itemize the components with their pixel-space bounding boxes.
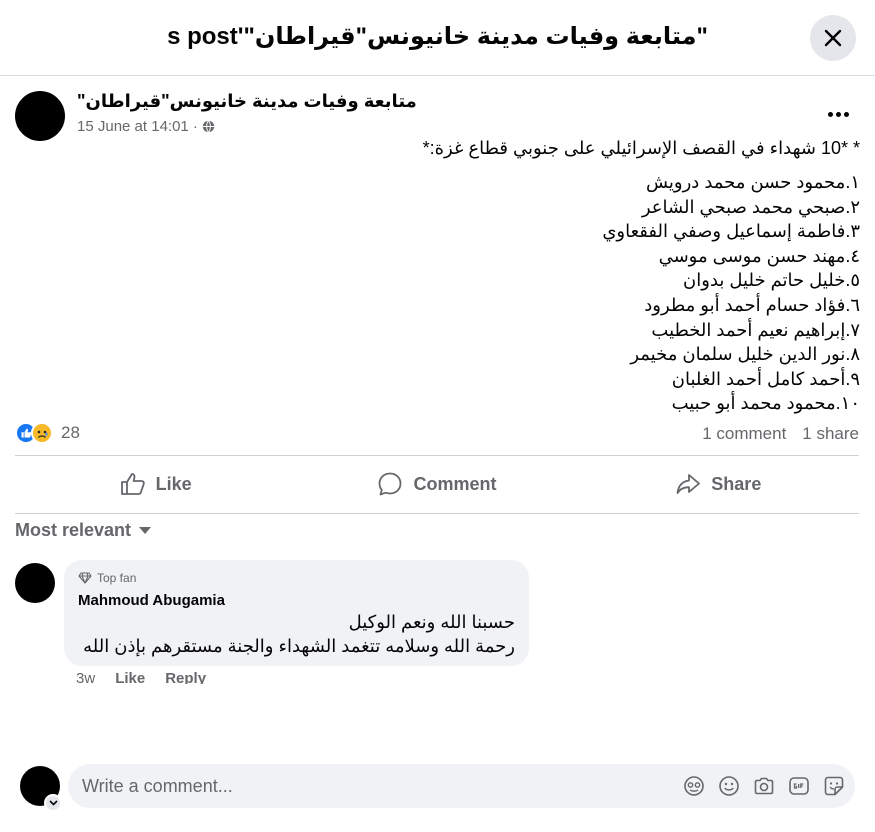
emoji-button[interactable] (717, 774, 740, 797)
close-button[interactable] (810, 15, 856, 61)
gif-icon (788, 776, 809, 795)
list-item: ٢.صبحي محمد صبحي الشاعر (641, 196, 860, 217)
smiley-icon (718, 775, 739, 796)
comment-composer (68, 764, 855, 808)
names-list: ١.محمود حسن محمد درويش ٢.صبحي محمد صبحي … (15, 170, 860, 416)
thumbs-up-icon (120, 473, 145, 495)
close-icon (824, 29, 842, 47)
camera-icon (754, 777, 773, 794)
badge-label: Top fan (97, 571, 137, 585)
comment-sort-dropdown[interactable]: Most relevant (15, 520, 152, 541)
comment-actions: 3w Like Reply (64, 670, 206, 684)
list-item: ٦.فؤاد حسام أحمد أبو مطرود (644, 294, 860, 315)
dot (843, 111, 849, 117)
comment-bubble: Top fan Mahmoud Abugamia حسبنا الله ونعم… (64, 560, 529, 666)
avatar-sticker-icon (683, 775, 704, 796)
dot (827, 111, 833, 117)
modal-title: "متابعة وفيات مدينة خانيونس"قيراطان"'s p… (167, 23, 708, 50)
diamond-icon (78, 572, 92, 584)
modal-header: "متابعة وفيات مدينة خانيونس"قيراطان"'s p… (0, 0, 875, 76)
gif-button[interactable] (787, 774, 810, 797)
top-fan-badge: Top fan (78, 571, 136, 585)
list-item: ٩.أحمد كامل أحمد الغلبان (671, 368, 860, 389)
list-item: ٥.خليل حاتم خليل بدوان (683, 270, 860, 291)
commenter-name[interactable]: Mahmoud Abugamia (78, 592, 225, 609)
like-label: Like (155, 473, 192, 494)
commenter-avatar[interactable] (15, 563, 55, 603)
globe-icon (202, 120, 215, 133)
list-item: ٤.مهند حسن موسى موسي (658, 245, 860, 266)
page-name[interactable]: "متابعة وفيات مدينة خانيونس"قيراطان (77, 91, 417, 112)
photo-button[interactable] (752, 774, 775, 797)
comment-line: حسبنا الله ونعم الوكيل (348, 612, 515, 632)
like-button[interactable]: Like (15, 456, 296, 512)
reactions-summary[interactable]: 28 (15, 422, 80, 444)
comment-button[interactable]: Comment (296, 456, 577, 512)
divider (15, 513, 859, 514)
composer-tools (682, 774, 845, 797)
share-label: Share (711, 473, 762, 494)
dot (835, 111, 841, 117)
page-avatar[interactable] (15, 91, 65, 141)
list-item: ١.محمود حسن محمد درويش (645, 172, 860, 192)
comment-reply-link[interactable]: Reply (165, 670, 206, 684)
comment-label: Comment (413, 473, 497, 494)
share-icon (676, 474, 701, 494)
comment-input[interactable] (82, 764, 672, 808)
sad-reaction-icon (31, 422, 53, 444)
list-item: ١٠.محمود محمد أبو حبيب (671, 393, 860, 414)
list-item: ٣.فاطمة إسماعيل وصفي الفقعاوي (602, 221, 860, 242)
comment-like-link[interactable]: Like (115, 670, 145, 684)
shares-count[interactable]: 1 share (802, 424, 859, 444)
comment-age[interactable]: 3w (76, 670, 95, 684)
post-headline: * *10 شهداء في القصف الإسرائيلي على جنوب… (422, 138, 860, 158)
reaction-count: 28 (61, 423, 80, 442)
list-item: ٨.نور الدين خليل سلمان مخيمر (630, 344, 860, 365)
post-stats: 1 comment 1 share (702, 424, 859, 444)
chevron-down-icon (48, 800, 58, 806)
comments-count[interactable]: 1 comment (702, 424, 786, 444)
post-timestamp[interactable]: 15 June at 14:01 · (77, 118, 198, 135)
comment-text: حسبنا الله ونعم الوكيل رحمة الله وسلامه … (83, 610, 515, 658)
post-meta: 15 June at 14:01 · (77, 118, 215, 135)
share-button[interactable]: Share (578, 456, 859, 512)
comment-line: رحمة الله وسلامه تتغمد الشهداء والجنة مس… (83, 636, 515, 656)
profile-switch-button[interactable] (44, 794, 62, 812)
sort-label: Most relevant (15, 520, 132, 540)
list-item: ٧.إبراهيم نعيم أحمد الخطيب (651, 319, 860, 340)
comment-icon (379, 472, 402, 496)
caret-down-icon (139, 526, 152, 534)
avatar-sticker-button[interactable] (682, 774, 705, 797)
sticker-icon (824, 776, 843, 795)
post-action-bar: Like Comment Share (15, 456, 859, 512)
more-options-button[interactable] (820, 102, 856, 126)
sticker-button[interactable] (822, 774, 845, 797)
